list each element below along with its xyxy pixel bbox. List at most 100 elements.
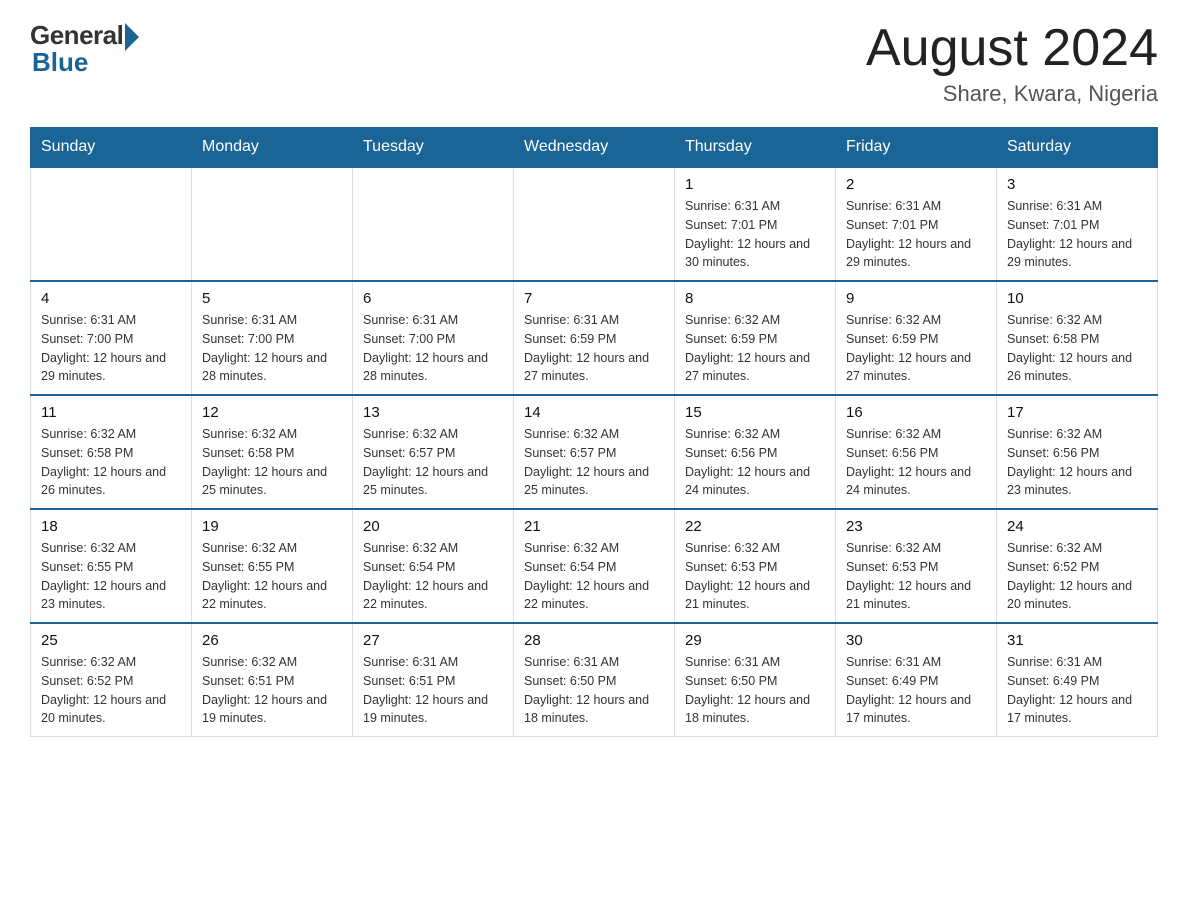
- day-info: Sunrise: 6:32 AM Sunset: 6:59 PM Dayligh…: [846, 311, 986, 386]
- day-info: Sunrise: 6:31 AM Sunset: 7:00 PM Dayligh…: [202, 311, 342, 386]
- day-info: Sunrise: 6:31 AM Sunset: 6:49 PM Dayligh…: [846, 653, 986, 728]
- calendar-header-tuesday: Tuesday: [353, 128, 514, 168]
- day-number: 25: [41, 632, 181, 649]
- day-number: 6: [363, 290, 503, 307]
- day-info: Sunrise: 6:32 AM Sunset: 6:56 PM Dayligh…: [846, 425, 986, 500]
- page-header: General Blue August 2024 Share, Kwara, N…: [30, 20, 1158, 107]
- table-row: 30 Sunrise: 6:31 AM Sunset: 6:49 PM Dayli…: [836, 623, 997, 737]
- day-number: 19: [202, 518, 342, 535]
- table-row: 5 Sunrise: 6:31 AM Sunset: 7:00 PM Daylig…: [192, 281, 353, 395]
- table-row: 14Sunrise: 6:32 AM Sunset: 6:57 PM Dayli…: [514, 395, 675, 509]
- table-row: 17Sunrise: 6:32 AM Sunset: 6:56 PM Dayli…: [997, 395, 1158, 509]
- day-info: Sunrise: 6:32 AM Sunset: 6:57 PM Dayligh…: [524, 425, 664, 500]
- table-row: [514, 167, 675, 281]
- table-row: 29 Sunrise: 6:31 AM Sunset: 6:50 PM Dayli…: [675, 623, 836, 737]
- day-number: 24: [1007, 518, 1147, 535]
- day-info: Sunrise: 6:32 AM Sunset: 6:56 PM Dayligh…: [685, 425, 825, 500]
- calendar-week-row: 1Sunrise: 6:31 AM Sunset: 7:01 PM Daylig…: [31, 167, 1158, 281]
- day-info: Sunrise: 6:31 AM Sunset: 6:51 PM Dayligh…: [363, 653, 503, 728]
- table-row: 27 Sunrise: 6:31 AM Sunset: 6:51 PM Dayli…: [353, 623, 514, 737]
- day-number: 15: [685, 404, 825, 421]
- calendar-header-monday: Monday: [192, 128, 353, 168]
- calendar-week-row: 11 Sunrise: 6:32 AM Sunset: 6:58 PM Dayli…: [31, 395, 1158, 509]
- table-row: 26Sunrise: 6:32 AM Sunset: 6:51 PM Dayli…: [192, 623, 353, 737]
- table-row: 23 Sunrise: 6:32 AM Sunset: 6:53 PM Dayli…: [836, 509, 997, 623]
- table-row: 10Sunrise: 6:32 AM Sunset: 6:58 PM Dayli…: [997, 281, 1158, 395]
- table-row: 1Sunrise: 6:31 AM Sunset: 7:01 PM Daylig…: [675, 167, 836, 281]
- table-row: 13 Sunrise: 6:32 AM Sunset: 6:57 PM Dayli…: [353, 395, 514, 509]
- calendar-header-friday: Friday: [836, 128, 997, 168]
- day-info: Sunrise: 6:32 AM Sunset: 6:54 PM Dayligh…: [363, 539, 503, 614]
- table-row: 4 Sunrise: 6:31 AM Sunset: 7:00 PM Daylig…: [31, 281, 192, 395]
- table-row: 6 Sunrise: 6:31 AM Sunset: 7:00 PM Daylig…: [353, 281, 514, 395]
- day-number: 21: [524, 518, 664, 535]
- table-row: 24 Sunrise: 6:32 AM Sunset: 6:52 PM Dayli…: [997, 509, 1158, 623]
- day-number: 3: [1007, 176, 1147, 193]
- title-block: August 2024 Share, Kwara, Nigeria: [866, 20, 1158, 107]
- table-row: 19 Sunrise: 6:32 AM Sunset: 6:55 PM Dayli…: [192, 509, 353, 623]
- table-row: 25Sunrise: 6:32 AM Sunset: 6:52 PM Dayli…: [31, 623, 192, 737]
- table-row: 3 Sunrise: 6:31 AM Sunset: 7:01 PM Daylig…: [997, 167, 1158, 281]
- table-row: 12 Sunrise: 6:32 AM Sunset: 6:58 PM Dayli…: [192, 395, 353, 509]
- day-number: 4: [41, 290, 181, 307]
- day-info: Sunrise: 6:31 AM Sunset: 7:00 PM Dayligh…: [41, 311, 181, 386]
- day-info: Sunrise: 6:32 AM Sunset: 6:55 PM Dayligh…: [202, 539, 342, 614]
- day-info: Sunrise: 6:32 AM Sunset: 6:56 PM Dayligh…: [1007, 425, 1147, 500]
- day-number: 7: [524, 290, 664, 307]
- day-info: Sunrise: 6:32 AM Sunset: 6:54 PM Dayligh…: [524, 539, 664, 614]
- calendar-header-wednesday: Wednesday: [514, 128, 675, 168]
- day-info: Sunrise: 6:31 AM Sunset: 7:01 PM Dayligh…: [1007, 197, 1147, 272]
- month-year-title: August 2024: [866, 20, 1158, 77]
- day-number: 22: [685, 518, 825, 535]
- table-row: 21 Sunrise: 6:32 AM Sunset: 6:54 PM Dayli…: [514, 509, 675, 623]
- day-number: 26: [202, 632, 342, 649]
- calendar-week-row: 25Sunrise: 6:32 AM Sunset: 6:52 PM Dayli…: [31, 623, 1158, 737]
- day-number: 13: [363, 404, 503, 421]
- day-number: 18: [41, 518, 181, 535]
- day-info: Sunrise: 6:31 AM Sunset: 6:49 PM Dayligh…: [1007, 653, 1147, 728]
- table-row: 31Sunrise: 6:31 AM Sunset: 6:49 PM Dayli…: [997, 623, 1158, 737]
- calendar-header-sunday: Sunday: [31, 128, 192, 168]
- day-info: Sunrise: 6:31 AM Sunset: 6:59 PM Dayligh…: [524, 311, 664, 386]
- day-info: Sunrise: 6:32 AM Sunset: 6:53 PM Dayligh…: [846, 539, 986, 614]
- table-row: 22 Sunrise: 6:32 AM Sunset: 6:53 PM Dayli…: [675, 509, 836, 623]
- calendar-header-row: SundayMondayTuesdayWednesdayThursdayFrid…: [31, 128, 1158, 168]
- table-row: 18 Sunrise: 6:32 AM Sunset: 6:55 PM Dayli…: [31, 509, 192, 623]
- day-number: 16: [846, 404, 986, 421]
- day-number: 10: [1007, 290, 1147, 307]
- day-info: Sunrise: 6:32 AM Sunset: 6:58 PM Dayligh…: [41, 425, 181, 500]
- table-row: [31, 167, 192, 281]
- day-info: Sunrise: 6:31 AM Sunset: 6:50 PM Dayligh…: [685, 653, 825, 728]
- calendar-table: SundayMondayTuesdayWednesdayThursdayFrid…: [30, 127, 1158, 737]
- day-number: 23: [846, 518, 986, 535]
- day-info: Sunrise: 6:32 AM Sunset: 6:57 PM Dayligh…: [363, 425, 503, 500]
- day-info: Sunrise: 6:32 AM Sunset: 6:55 PM Dayligh…: [41, 539, 181, 614]
- logo-blue-text: Blue: [32, 47, 88, 78]
- table-row: 20 Sunrise: 6:32 AM Sunset: 6:54 PM Dayli…: [353, 509, 514, 623]
- day-number: 27: [363, 632, 503, 649]
- day-number: 30: [846, 632, 986, 649]
- day-number: 12: [202, 404, 342, 421]
- table-row: 9Sunrise: 6:32 AM Sunset: 6:59 PM Daylig…: [836, 281, 997, 395]
- day-number: 29: [685, 632, 825, 649]
- day-info: Sunrise: 6:32 AM Sunset: 6:59 PM Dayligh…: [685, 311, 825, 386]
- logo: General Blue: [30, 20, 139, 78]
- day-number: 28: [524, 632, 664, 649]
- day-number: 20: [363, 518, 503, 535]
- table-row: [192, 167, 353, 281]
- day-info: Sunrise: 6:32 AM Sunset: 6:52 PM Dayligh…: [1007, 539, 1147, 614]
- day-info: Sunrise: 6:32 AM Sunset: 6:53 PM Dayligh…: [685, 539, 825, 614]
- day-info: Sunrise: 6:32 AM Sunset: 6:58 PM Dayligh…: [202, 425, 342, 500]
- table-row: 16 Sunrise: 6:32 AM Sunset: 6:56 PM Dayli…: [836, 395, 997, 509]
- table-row: 7 Sunrise: 6:31 AM Sunset: 6:59 PM Daylig…: [514, 281, 675, 395]
- calendar-week-row: 18 Sunrise: 6:32 AM Sunset: 6:55 PM Dayli…: [31, 509, 1158, 623]
- day-number: 8: [685, 290, 825, 307]
- day-number: 2: [846, 176, 986, 193]
- location-text: Share, Kwara, Nigeria: [866, 81, 1158, 107]
- day-info: Sunrise: 6:31 AM Sunset: 7:00 PM Dayligh…: [363, 311, 503, 386]
- day-number: 5: [202, 290, 342, 307]
- day-info: Sunrise: 6:31 AM Sunset: 7:01 PM Dayligh…: [846, 197, 986, 272]
- day-info: Sunrise: 6:31 AM Sunset: 6:50 PM Dayligh…: [524, 653, 664, 728]
- day-number: 11: [41, 404, 181, 421]
- calendar-header-saturday: Saturday: [997, 128, 1158, 168]
